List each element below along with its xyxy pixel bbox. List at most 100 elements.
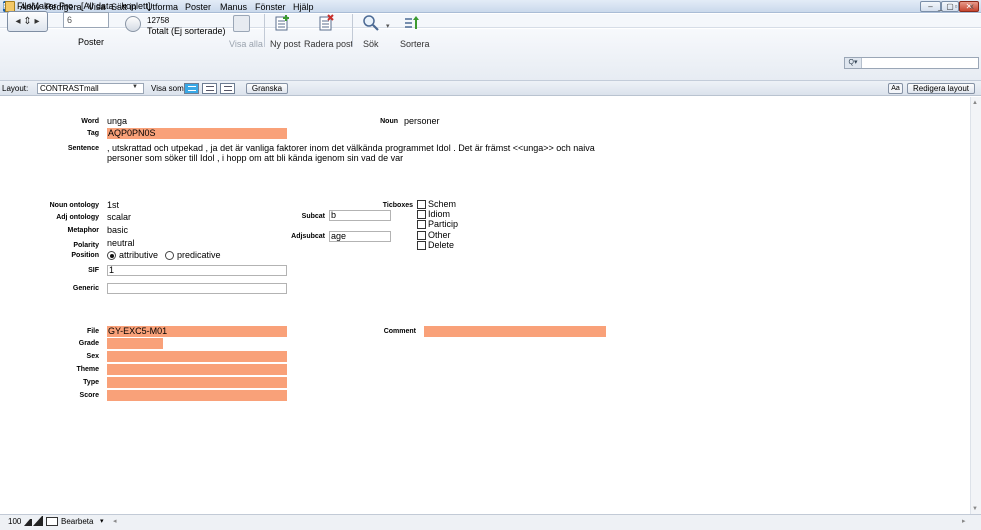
records-label: Poster — [78, 37, 105, 47]
zoom-in-icon[interactable] — [33, 516, 43, 526]
view-as-table-button[interactable] — [220, 83, 235, 94]
file-label: File — [86, 328, 99, 335]
polarity-field[interactable]: neutral — [107, 238, 135, 248]
position-attributive-radio[interactable] — [107, 251, 116, 260]
file-field[interactable]: GY-EXC5-M01 — [107, 326, 287, 337]
delete-record-button[interactable]: Radera post — [304, 39, 353, 49]
document-window-controls[interactable]: _ ▫ x — [938, 2, 979, 11]
view-as-form-button[interactable] — [184, 83, 199, 94]
generic-label: Generic — [72, 285, 99, 292]
menu-fonster[interactable]: Fönster — [255, 2, 286, 12]
chevron-down-icon[interactable]: ▾ — [100, 517, 104, 525]
other-checkbox[interactable] — [417, 231, 426, 240]
tag-label: Tag — [87, 130, 99, 137]
adj-ontology-label: Adj ontology — [56, 214, 99, 221]
sentence-label: Sentence — [67, 145, 99, 152]
show-all-icon[interactable] — [233, 15, 250, 32]
theme-field[interactable] — [107, 364, 287, 375]
toolbar-divider — [352, 14, 353, 47]
score-field[interactable] — [107, 390, 287, 401]
new-record-button[interactable]: Ny post — [270, 39, 301, 49]
sentence-field-line-1[interactable]: , utskrattad och utpekad , ja det är van… — [107, 143, 595, 153]
position-predicative-label: predicative — [177, 250, 221, 260]
noun-field[interactable]: personer — [404, 116, 440, 126]
type-field[interactable] — [107, 377, 287, 388]
tag-field[interactable]: AQP0PN0S — [107, 128, 287, 139]
word-field[interactable]: unga — [107, 116, 127, 126]
schem-checkbox[interactable] — [417, 200, 426, 209]
layout-bar — [0, 81, 981, 96]
status-toolbar — [0, 29, 981, 81]
position-predicative-radio[interactable] — [165, 251, 174, 260]
toggle-status-toolbar-icon[interactable] — [46, 517, 58, 526]
metaphor-label: Metaphor — [67, 227, 100, 234]
delete-record-icon[interactable] — [318, 14, 335, 31]
status-bar — [0, 514, 981, 530]
scroll-down-arrow-icon[interactable]: ▼ — [972, 506, 978, 512]
menu-visa[interactable]: Visa — [88, 2, 105, 12]
comment-field[interactable] — [424, 326, 606, 337]
view-as-label: Visa som: — [151, 84, 186, 93]
find-magnifier-icon[interactable] — [362, 14, 379, 31]
grade-field[interactable] — [107, 338, 163, 349]
layout-select[interactable]: CONTRASTmall — [37, 83, 144, 94]
score-label: Score — [79, 392, 99, 399]
find-dropdown-caret-icon[interactable]: ▾ — [386, 22, 390, 30]
menu-satt-in[interactable]: Sätt in — [111, 2, 137, 12]
layout-label: Layout: — [2, 84, 29, 93]
menu-redigera[interactable]: Redigera — [45, 2, 82, 12]
polarity-label: Polarity — [73, 242, 99, 249]
sex-field[interactable] — [107, 351, 287, 362]
generic-field[interactable] — [107, 283, 287, 294]
zoom-level[interactable]: 100 — [8, 517, 21, 526]
show-all-button[interactable]: Visa alla — [229, 39, 263, 49]
zoom-out-icon[interactable] — [24, 519, 32, 526]
find-button[interactable]: Sök — [363, 39, 379, 49]
scroll-right-arrow-icon[interactable]: ▸ — [962, 517, 966, 525]
sort-icon[interactable] — [403, 14, 420, 31]
record-number-input[interactable]: 6 — [63, 12, 109, 28]
schem-label: Schem — [428, 199, 457, 209]
view-as-list-button[interactable] — [202, 83, 217, 94]
new-record-icon[interactable] — [274, 14, 291, 31]
comment-label: Comment — [383, 328, 416, 335]
metaphor-field[interactable]: basic — [107, 225, 128, 235]
scroll-up-arrow-icon[interactable]: ▲ — [972, 100, 978, 106]
scroll-left-arrow-icon[interactable]: ◂ — [113, 517, 117, 525]
sex-label: Sex — [86, 353, 99, 360]
other-label: Other — [428, 230, 451, 240]
preview-button[interactable]: Granska — [246, 83, 288, 94]
noun-ontology-label: Noun ontology — [49, 202, 99, 209]
sort-button[interactable]: Sortera — [400, 39, 430, 49]
vertical-scrollbar[interactable] — [970, 97, 981, 514]
quick-find-input[interactable] — [844, 57, 979, 69]
grade-label: Grade — [78, 340, 99, 347]
noun-ontology-field[interactable]: 1st — [107, 200, 119, 210]
menu-manus[interactable]: Manus — [220, 2, 247, 12]
adj-ontology-field[interactable]: scalar — [107, 212, 131, 222]
menu-poster[interactable]: Poster — [185, 2, 211, 12]
particip-label: Particip — [428, 219, 459, 229]
menu-hjalp[interactable]: Hjälp — [293, 2, 314, 12]
particip-checkbox[interactable] — [417, 220, 426, 229]
position-attributive-label: attributive — [119, 250, 159, 260]
subcat-field[interactable]: b — [329, 210, 391, 221]
edit-layout-button[interactable]: Redigera layout — [907, 83, 975, 94]
delete-checkbox[interactable] — [417, 241, 426, 250]
found-status: Totalt (Ej sorterade) — [147, 26, 226, 36]
found-count: 12758 — [147, 16, 170, 25]
chevron-down-icon[interactable]: ▼ — [132, 84, 138, 90]
adjsubcat-field[interactable]: age — [329, 231, 391, 242]
formatting-bar-button[interactable]: Aa — [888, 83, 903, 94]
toolbar-divider — [264, 14, 265, 47]
word-label: Word — [81, 118, 99, 125]
quick-find-search-icon[interactable]: Q▾ — [845, 58, 862, 68]
mode-select[interactable]: Bearbeta — [61, 517, 93, 526]
sif-field[interactable]: 1 — [107, 265, 287, 276]
idiom-checkbox[interactable] — [417, 210, 426, 219]
delete-label: Delete — [428, 240, 455, 250]
sentence-field-line-2[interactable]: personer som söker till Idol , i hopp om… — [107, 153, 403, 163]
record-navigation-book[interactable]: ◂ ⇕ ▸ — [7, 11, 48, 32]
noun-label: Noun — [380, 118, 398, 125]
menu-utforma[interactable]: Utforma — [146, 2, 178, 12]
